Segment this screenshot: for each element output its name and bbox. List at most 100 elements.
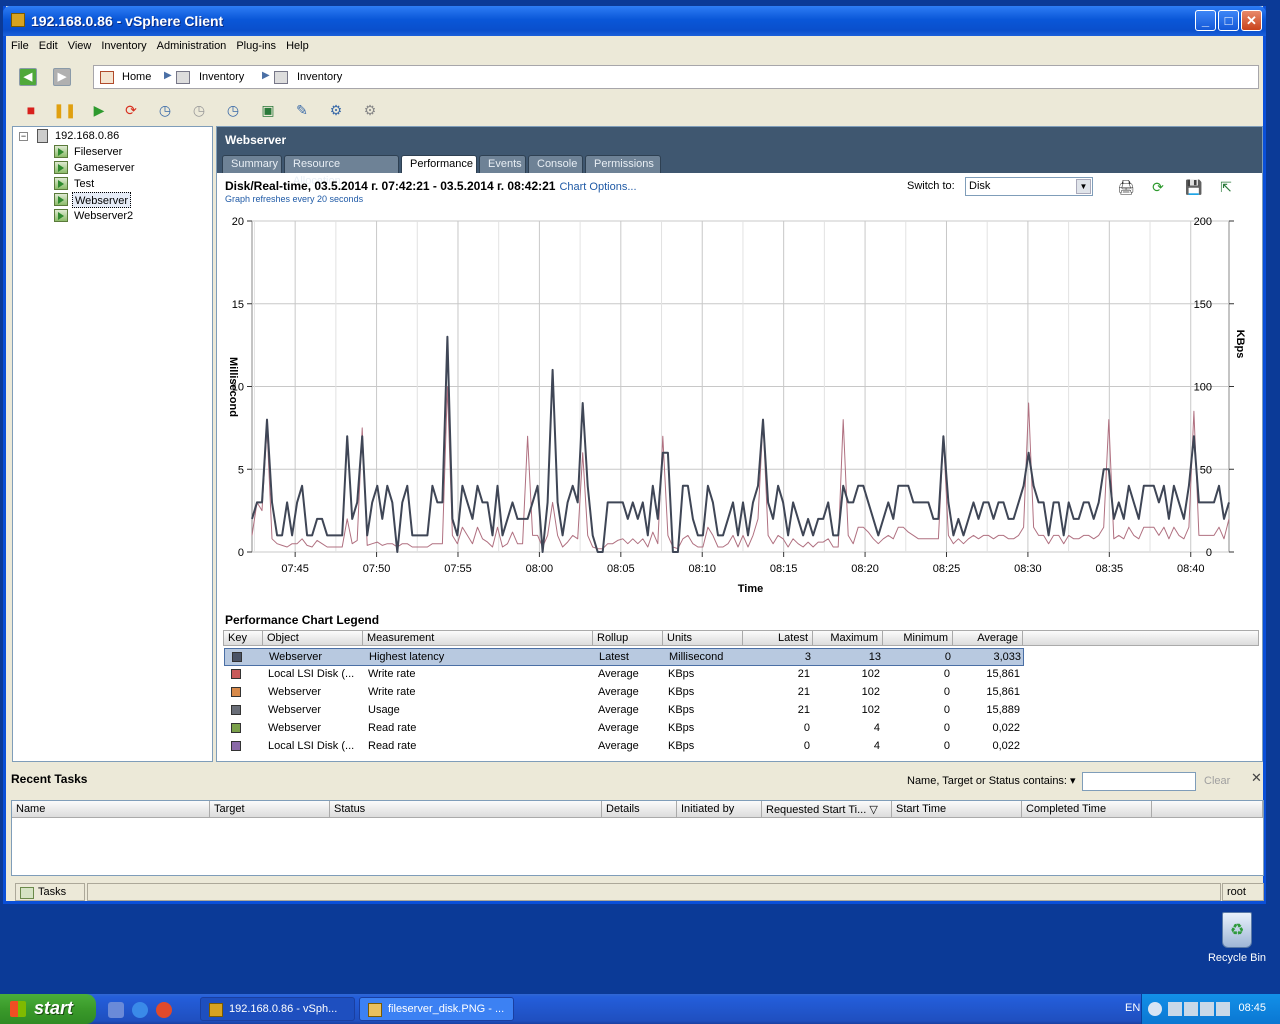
breadcrumb-inventory-2[interactable]: Inventory	[297, 71, 342, 83]
chevron-down-icon[interactable]: ▼	[1076, 179, 1091, 194]
tree-vm-webserver[interactable]: Webserver	[72, 192, 131, 208]
tree-vm-gameserver[interactable]: Gameserver	[74, 160, 135, 176]
tasks-col-target[interactable]: Target	[210, 801, 330, 818]
collapse-icon[interactable]: −	[19, 132, 28, 141]
start-button[interactable]: start	[0, 994, 96, 1024]
vm-icon	[54, 177, 68, 190]
breadcrumb: Home ▶ Inventory ▶ Inventory	[93, 65, 1259, 89]
suspend-icon[interactable]: ❚❚	[53, 99, 76, 121]
tasks-col-requested-start[interactable]: Requested Start Ti... ▽	[762, 801, 892, 818]
minimize-button[interactable]: _	[1195, 10, 1216, 31]
window-title: 192.168.0.86 - vSphere Client	[31, 13, 224, 29]
chevron-left-icon[interactable]	[1148, 1002, 1162, 1016]
language-indicator[interactable]: EN	[1125, 1002, 1140, 1014]
recent-tasks-title: Recent Tasks	[11, 772, 88, 786]
legend-col-measurement[interactable]: Measurement	[363, 630, 593, 646]
legend-col-units[interactable]: Units	[663, 630, 743, 646]
revert-snapshot-icon[interactable]: ◷	[188, 99, 210, 121]
legend-row[interactable]: Local LSI Disk (... Read rate Average KBps 0…	[224, 738, 1024, 756]
menu-plugins[interactable]: Plug-ins	[231, 36, 281, 52]
refresh-icon[interactable]: ⟳	[1149, 179, 1167, 195]
console-icon[interactable]: ▣	[257, 99, 279, 121]
tasks-button[interactable]: Tasks	[15, 883, 85, 901]
menu-administration[interactable]: Administration	[152, 36, 232, 52]
ie-icon[interactable]	[132, 1002, 148, 1018]
x-tick-label: 07:45	[281, 563, 309, 575]
show-desktop-icon[interactable]	[108, 1002, 124, 1018]
edit-settings-icon[interactable]: ✎	[291, 99, 313, 121]
tasks-col-details[interactable]: Details	[602, 801, 677, 818]
menu-help[interactable]: Help	[281, 36, 314, 52]
popout-icon[interactable]: ⇱	[1217, 179, 1235, 195]
tab-events[interactable]: Events	[479, 155, 526, 173]
legend-col-object[interactable]: Object	[263, 630, 363, 646]
tab-permissions[interactable]: Permissions	[585, 155, 661, 173]
breadcrumb-home[interactable]: Home	[122, 71, 151, 83]
x-tick-label: 08:40	[1177, 563, 1205, 575]
tree-vm-webserver2[interactable]: Webserver2	[74, 208, 133, 224]
reset-icon[interactable]: ⟳	[120, 99, 142, 121]
back-arrow-icon[interactable]: ◀	[19, 68, 37, 86]
y-right-axis-label: KBps	[1234, 330, 1246, 359]
tools-icon[interactable]: ⚙	[359, 99, 381, 121]
menu-file[interactable]: File	[6, 36, 34, 52]
legend-color-swatch	[231, 687, 241, 697]
browser-icon[interactable]	[156, 1002, 172, 1018]
print-icon[interactable]: 🖨	[1117, 179, 1135, 195]
migrate-icon[interactable]: ⚙	[325, 99, 347, 121]
tray-icon[interactable]	[1168, 1002, 1182, 1016]
tab-performance[interactable]: Performance	[401, 155, 477, 173]
legend-row[interactable]: Webserver Highest latency Latest Millisecon…	[224, 648, 1024, 666]
legend-col-latest[interactable]: Latest	[743, 630, 813, 646]
legend-row[interactable]: Webserver Usage Average KBps 21 102 0 15,889	[224, 702, 1024, 720]
clear-button[interactable]: Clear	[1204, 775, 1230, 787]
tasks-col-name[interactable]: Name	[12, 801, 210, 818]
legend-col-rollup[interactable]: Rollup	[593, 630, 663, 646]
tasks-col-initiated-by[interactable]: Initiated by	[677, 801, 762, 818]
chart-options-link[interactable]: Chart Options...	[559, 181, 636, 193]
x-tick-label: 08:30	[1014, 563, 1042, 575]
legend-col-key[interactable]: Key	[223, 630, 263, 646]
tasks-col-status[interactable]: Status	[330, 801, 602, 818]
close-button[interactable]: ✕	[1241, 10, 1262, 31]
breadcrumb-inventory[interactable]: Inventory	[199, 71, 244, 83]
forward-arrow-icon[interactable]: ▶	[53, 68, 71, 86]
tab-summary[interactable]: Summary	[222, 155, 282, 173]
power-on-icon[interactable]: ▶	[88, 99, 110, 121]
legend-col-average[interactable]: Average	[953, 630, 1023, 646]
tree-vm-fileserver[interactable]: Fileserver	[74, 144, 122, 160]
tab-console[interactable]: Console	[528, 155, 583, 173]
tab-resource-allocation[interactable]: Resource Allocation	[284, 155, 399, 187]
network-icon[interactable]	[1200, 1002, 1214, 1016]
close-tasks-icon[interactable]: ✕	[1251, 770, 1262, 786]
save-icon[interactable]: 💾	[1185, 179, 1203, 195]
legend-col-maximum[interactable]: Maximum	[813, 630, 883, 646]
taskbar-button-paint[interactable]: fileserver_disk.PNG - ...	[359, 997, 514, 1021]
menu-view[interactable]: View	[63, 36, 97, 52]
menu-inventory[interactable]: Inventory	[96, 36, 151, 52]
legend-row[interactable]: Webserver Write rate Average KBps 21 102 0 15,8…	[224, 684, 1024, 702]
task-filter-input[interactable]	[1082, 772, 1196, 791]
taskbar-button-vsphere[interactable]: 192.168.0.86 - vSph...	[200, 997, 355, 1021]
snapshot-icon[interactable]: ◷	[154, 99, 176, 121]
network-icon[interactable]	[1184, 1002, 1198, 1016]
tasks-col-start-time[interactable]: Start Time	[892, 801, 1022, 818]
volume-icon[interactable]	[1216, 1002, 1230, 1016]
legend-units: KBps	[668, 686, 695, 698]
switch-to-select[interactable]: Disk ▼	[965, 177, 1093, 196]
snapshot-manager-icon[interactable]: ◷	[222, 99, 244, 121]
menu-edit[interactable]: Edit	[34, 36, 63, 52]
legend-row[interactable]: Local LSI Disk (... Write rate Average KBps…	[224, 666, 1024, 684]
tree-host[interactable]: 192.168.0.86	[55, 128, 119, 144]
legend-row[interactable]: Webserver Read rate Average KBps 0 4 0 0,022	[224, 720, 1024, 738]
recycle-bin[interactable]: Recycle Bin	[1205, 912, 1269, 964]
legend-col-minimum[interactable]: Minimum	[883, 630, 953, 646]
title-bar[interactable]: 192.168.0.86 - vSphere Client _ □ ✕	[3, 6, 1266, 36]
task-filter-label[interactable]: Name, Target or Status contains: ▾	[907, 774, 1076, 787]
power-off-icon[interactable]: ■	[20, 99, 42, 121]
tasks-col-completed-time[interactable]: Completed Time	[1022, 801, 1152, 818]
legend-rollup: Average	[598, 722, 639, 734]
tree-vm-test[interactable]: Test	[74, 176, 94, 192]
maximize-button[interactable]: □	[1218, 10, 1239, 31]
legend-title: Performance Chart Legend	[225, 613, 380, 627]
